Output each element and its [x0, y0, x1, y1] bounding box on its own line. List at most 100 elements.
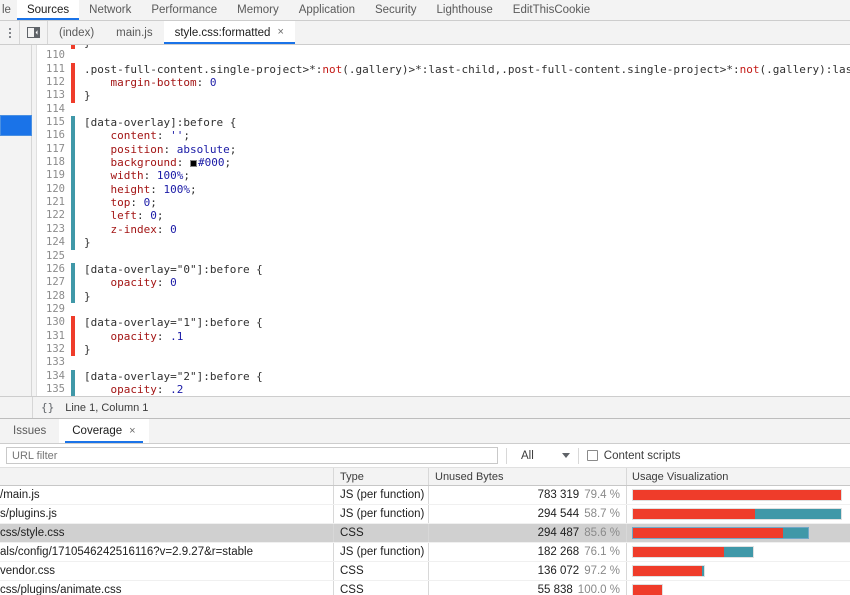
code-line-text[interactable]: [data-overlay="1"]:before {: [84, 316, 850, 329]
coverage-gutter-mark: [71, 209, 75, 223]
close-icon[interactable]: ×: [277, 27, 283, 38]
more-options-icon[interactable]: [0, 21, 20, 44]
panel-tab-performance[interactable]: Performance: [141, 0, 227, 20]
drawer-tab-coverage[interactable]: Coverage ×: [59, 419, 149, 443]
column-header-unused-bytes[interactable]: Unused Bytes: [428, 468, 626, 485]
panel-tab-sources[interactable]: Sources: [16, 0, 80, 20]
pretty-print-icon[interactable]: {}: [41, 401, 54, 414]
navigator-selected-item[interactable]: [0, 115, 32, 136]
unused-bytes-value: 294 544: [537, 508, 580, 520]
usage-bar: [632, 546, 754, 558]
code-line-text[interactable]: margin-bottom: 0: [84, 76, 850, 89]
cell-unused-bytes: 294 487 85.6 %: [428, 524, 626, 542]
drawer-tab-issues[interactable]: Issues: [0, 419, 59, 443]
code-line-text[interactable]: [84, 49, 850, 62]
code-line: 119 width: 100%;: [37, 169, 850, 183]
line-number: 116: [46, 129, 65, 142]
url-filter-input[interactable]: [6, 447, 498, 464]
panel-tab-le[interactable]: le: [0, 0, 17, 20]
cell-type: JS (per function): [333, 505, 428, 523]
code-line-text[interactable]: [84, 303, 850, 316]
code-line-text[interactable]: .post-full-content.single-project>*:not(…: [84, 63, 850, 76]
table-row[interactable]: als/config/1710546242516116?v=2.9.27&r=s…: [0, 543, 850, 562]
cell-url: css/plugins/animate.css: [0, 584, 122, 595]
code-line-text[interactable]: position: absolute;: [84, 143, 850, 156]
unused-bytes-percent: 85.6 %: [584, 527, 620, 539]
panel-tab-lighthouse[interactable]: Lighthouse: [427, 0, 503, 20]
code-line: 129: [37, 303, 850, 316]
usage-bar: [632, 565, 705, 577]
code-line-text[interactable]: opacity: 0: [84, 276, 850, 289]
column-header-usage-visualization[interactable]: Usage Visualization: [626, 468, 850, 485]
table-row[interactable]: vendor.css CSS 136 072 97.2 %: [0, 562, 850, 581]
line-number: 123: [46, 222, 65, 235]
code-line-text[interactable]: background: #000;: [84, 156, 850, 169]
code-line-text[interactable]: }: [84, 236, 850, 249]
code-line: 126 [data-overlay="0"]:before {: [37, 262, 850, 277]
code-line-text[interactable]: opacity: .1: [84, 330, 850, 343]
unused-bytes-percent: 97.2 %: [584, 565, 620, 577]
code-line-text[interactable]: width: 100%;: [84, 169, 850, 182]
code-line: 115 [data-overlay]:before {: [37, 116, 850, 130]
code-line-text[interactable]: top: 0;: [84, 196, 850, 209]
code-line: 132}: [37, 342, 850, 357]
navigator-sidebar[interactable]: [0, 45, 32, 396]
panel-tab-memory[interactable]: Memory: [227, 0, 289, 20]
checkbox-box-icon: [586, 450, 598, 461]
cell-usage-visualization: [626, 524, 850, 542]
code-line-text[interactable]: }: [84, 290, 850, 303]
content-scripts-checkbox[interactable]: Content scripts: [586, 450, 680, 462]
code-editor-region: 109}110111.post-full-content.single-proj…: [0, 45, 850, 396]
file-tab--index-[interactable]: (index): [48, 21, 105, 44]
code-line-text[interactable]: [84, 103, 850, 116]
panel-tab-security[interactable]: Security: [365, 0, 427, 20]
code-line-text[interactable]: [data-overlay="0"]:before {: [84, 263, 850, 276]
file-tab-label: style.css:formatted: [174, 26, 271, 39]
code-line-text[interactable]: left: 0;: [84, 209, 850, 222]
line-number: 132: [46, 342, 65, 355]
code-line-text[interactable]: z-index: 0: [84, 223, 850, 236]
column-header-url[interactable]: [0, 468, 333, 485]
table-row[interactable]: css/plugins/animate.css CSS 55 838 100.0 %: [0, 581, 850, 595]
table-row[interactable]: /main.js JS (per function) 783 319 79.4 %: [0, 486, 850, 505]
code-line-text[interactable]: opacity: .2: [84, 383, 850, 396]
source-code-view[interactable]: 109}110111.post-full-content.single-proj…: [37, 45, 850, 396]
code-line: 113}: [37, 89, 850, 103]
table-row[interactable]: css/style.css CSS 294 487 85.6 %: [0, 524, 850, 543]
code-line: 131 opacity: .1: [37, 329, 850, 343]
line-number: 126: [46, 262, 65, 275]
column-header-type[interactable]: Type: [333, 468, 428, 485]
usage-bar-used-segment: [724, 547, 753, 557]
file-tab-style-css-formatted[interactable]: style.css:formatted ×: [163, 21, 296, 44]
close-icon[interactable]: ×: [129, 425, 135, 437]
code-line-text[interactable]: [84, 250, 850, 263]
code-line: 112 margin-bottom: 0: [37, 76, 850, 90]
code-line-text[interactable]: [data-overlay="2"]:before {: [84, 370, 850, 383]
cell-unused-bytes: 294 544 58.7 %: [428, 505, 626, 523]
code-line: 123 z-index: 0: [37, 222, 850, 237]
devtools-panel-tabs: le Sources Network Performance Memory Applica…: [0, 0, 850, 21]
line-number: 130: [46, 316, 65, 329]
line-number: 127: [46, 276, 65, 289]
toolbar-divider-2: [577, 447, 579, 464]
type-filter-select[interactable]: All: [515, 450, 570, 462]
coverage-table-header: Type Unused Bytes Usage Visualization: [0, 468, 850, 486]
file-tab-main-js[interactable]: main.js: [105, 21, 163, 44]
show-navigator-icon[interactable]: [20, 21, 48, 44]
usage-bar-unused-segment: [633, 566, 702, 576]
code-line-text[interactable]: [data-overlay]:before {: [84, 116, 850, 129]
coverage-gutter-mark: [71, 222, 75, 237]
line-number: 134: [46, 369, 65, 382]
code-line-text[interactable]: [84, 356, 850, 369]
table-row[interactable]: s/plugins.js JS (per function) 294 544 58.7…: [0, 505, 850, 524]
panel-tab-application[interactable]: Application: [289, 0, 365, 20]
panel-tab-editthiscookie[interactable]: EditThisCookie: [503, 0, 600, 20]
toolbar-divider-1: [506, 447, 507, 464]
usage-bar-unused-segment: [633, 490, 841, 500]
code-line-text[interactable]: height: 100%;: [84, 183, 850, 196]
code-line-text[interactable]: content: '';: [84, 129, 850, 142]
code-line-text[interactable]: }: [84, 343, 850, 356]
devtools-drawer: Issues Coverage × All Content scripts Type…: [0, 418, 850, 595]
panel-tab-network[interactable]: Network: [79, 0, 141, 20]
code-line-text[interactable]: }: [84, 89, 850, 102]
